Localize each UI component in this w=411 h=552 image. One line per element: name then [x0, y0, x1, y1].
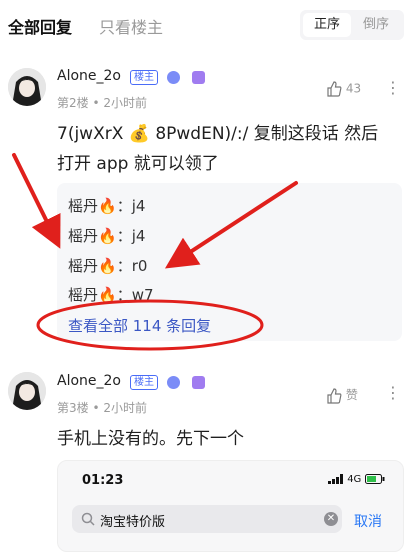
thumbs-up-icon: [327, 387, 342, 404]
username[interactable]: Alone_2o: [57, 373, 121, 389]
floor-and-time: 第3楼 • 2小时前: [57, 401, 147, 415]
member-badge-icon: [192, 376, 205, 389]
comment-text: 7(jwXrX 💰 8PwdEN)/:/ 复制这段话 然后 打开 app 就可以…: [57, 124, 379, 174]
view-all-replies-link[interactable]: 查看全部 114 条回复: [68, 315, 211, 336]
op-badge: 楼主: [130, 70, 158, 85]
floor-label: 第3楼: [57, 401, 89, 415]
more-options-icon[interactable]: ⋮: [385, 383, 401, 402]
phone-clock: 01:23: [82, 473, 124, 488]
more-options-icon[interactable]: ⋮: [385, 78, 401, 97]
thumbs-up-icon: [327, 81, 342, 97]
timestamp: 2小时前: [103, 401, 147, 415]
top-bar: 全部回复 只看楼主 正序 倒序: [0, 0, 411, 50]
member-badge-icon: [192, 71, 205, 84]
floor-label: 第2楼: [57, 96, 89, 110]
battery-icon: [364, 474, 384, 484]
reply-item[interactable]: 榣丹🔥：j4: [68, 225, 145, 246]
like-button[interactable]: 赞: [326, 386, 358, 404]
reply-item[interactable]: 榣丹🔥：j4: [68, 195, 145, 216]
like-button[interactable]: 43: [326, 81, 361, 97]
signal-icon: [328, 474, 343, 484]
reply-item[interactable]: 榣丹🔥：r0: [68, 255, 147, 276]
embedded-screenshot[interactable]: 01:23 4G 淘宝特价版 ✕ 取消: [57, 460, 404, 552]
annotation-arrow-left: [12, 153, 61, 249]
clear-icon: ✕: [324, 512, 338, 526]
level-badge-icon: [167, 376, 180, 389]
level-badge-icon: [167, 71, 180, 84]
phone-status-bar: 4G: [328, 474, 385, 485]
timestamp: 2小时前: [103, 96, 147, 110]
sort-descending-button[interactable]: 倒序: [352, 13, 400, 37]
tab-only-op[interactable]: 只看楼主: [99, 14, 163, 38]
tab-all-replies[interactable]: 全部回复: [8, 14, 72, 38]
like-count: 43: [345, 81, 362, 96]
username[interactable]: Alone_2o: [57, 68, 121, 84]
avatar[interactable]: [8, 68, 46, 106]
sort-ascending-button[interactable]: 正序: [303, 13, 351, 37]
replies-box: 榣丹🔥：j4 榣丹🔥：j4 榣丹🔥：r0 榣丹🔥：w7 查看全部 114 条回复: [57, 183, 402, 341]
phone-search-field: 淘宝特价版 ✕: [72, 505, 342, 533]
floor-and-time: 第2楼 • 2小时前: [57, 96, 147, 110]
avatar[interactable]: [8, 372, 46, 410]
reply-item[interactable]: 榣丹🔥：w7: [68, 284, 154, 305]
op-badge: 楼主: [130, 375, 158, 390]
like-label: 赞: [345, 388, 358, 402]
sort-toggle: 正序 倒序: [300, 10, 404, 40]
comment-text: 手机上没有的。先下一个: [57, 429, 244, 449]
search-icon: [81, 512, 95, 526]
phone-search-text: 淘宝特价版: [100, 515, 166, 530]
phone-cancel-button: 取消: [354, 514, 382, 530]
